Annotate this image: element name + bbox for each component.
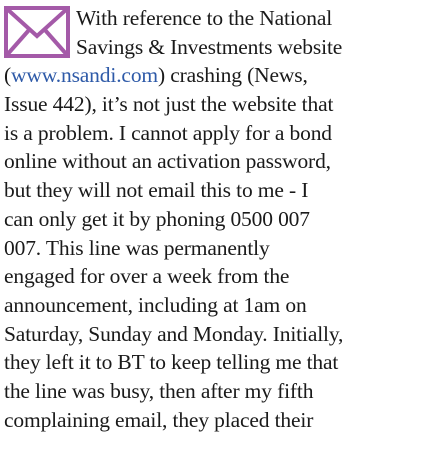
letter-line: can only get it by phoning 0500 007 [4,206,310,231]
letter-line: online without an activation password, [4,149,331,174]
envelope-icon [4,6,70,58]
letter-line-with-link: (www.nsandi.com) crashing (News, [4,63,308,88]
letter-line: Saturday, Sunday and Monday. Initially, [4,321,344,346]
letter-line: announcement, including at 1am on [4,292,307,317]
letter-body: With reference to the National Savings &… [4,4,422,434]
letter-line: is a problem. I cannot apply for a bond [4,120,332,145]
letter-line: they left it to BT to keep telling me th… [4,350,339,375]
letter-line: engaged for over a week from the [4,264,290,289]
letter-line: Issue 442), it’s not just the website th… [4,92,334,117]
letter-line: complaining email, they placed their [4,407,314,432]
website-link[interactable]: www.nsandi.com [11,63,158,87]
letter-line: 007. This line was permanently [4,235,270,260]
letter-line: but they will not email this to me - I [4,178,309,203]
letter-line: the line was busy, then after my fifth [4,378,314,403]
